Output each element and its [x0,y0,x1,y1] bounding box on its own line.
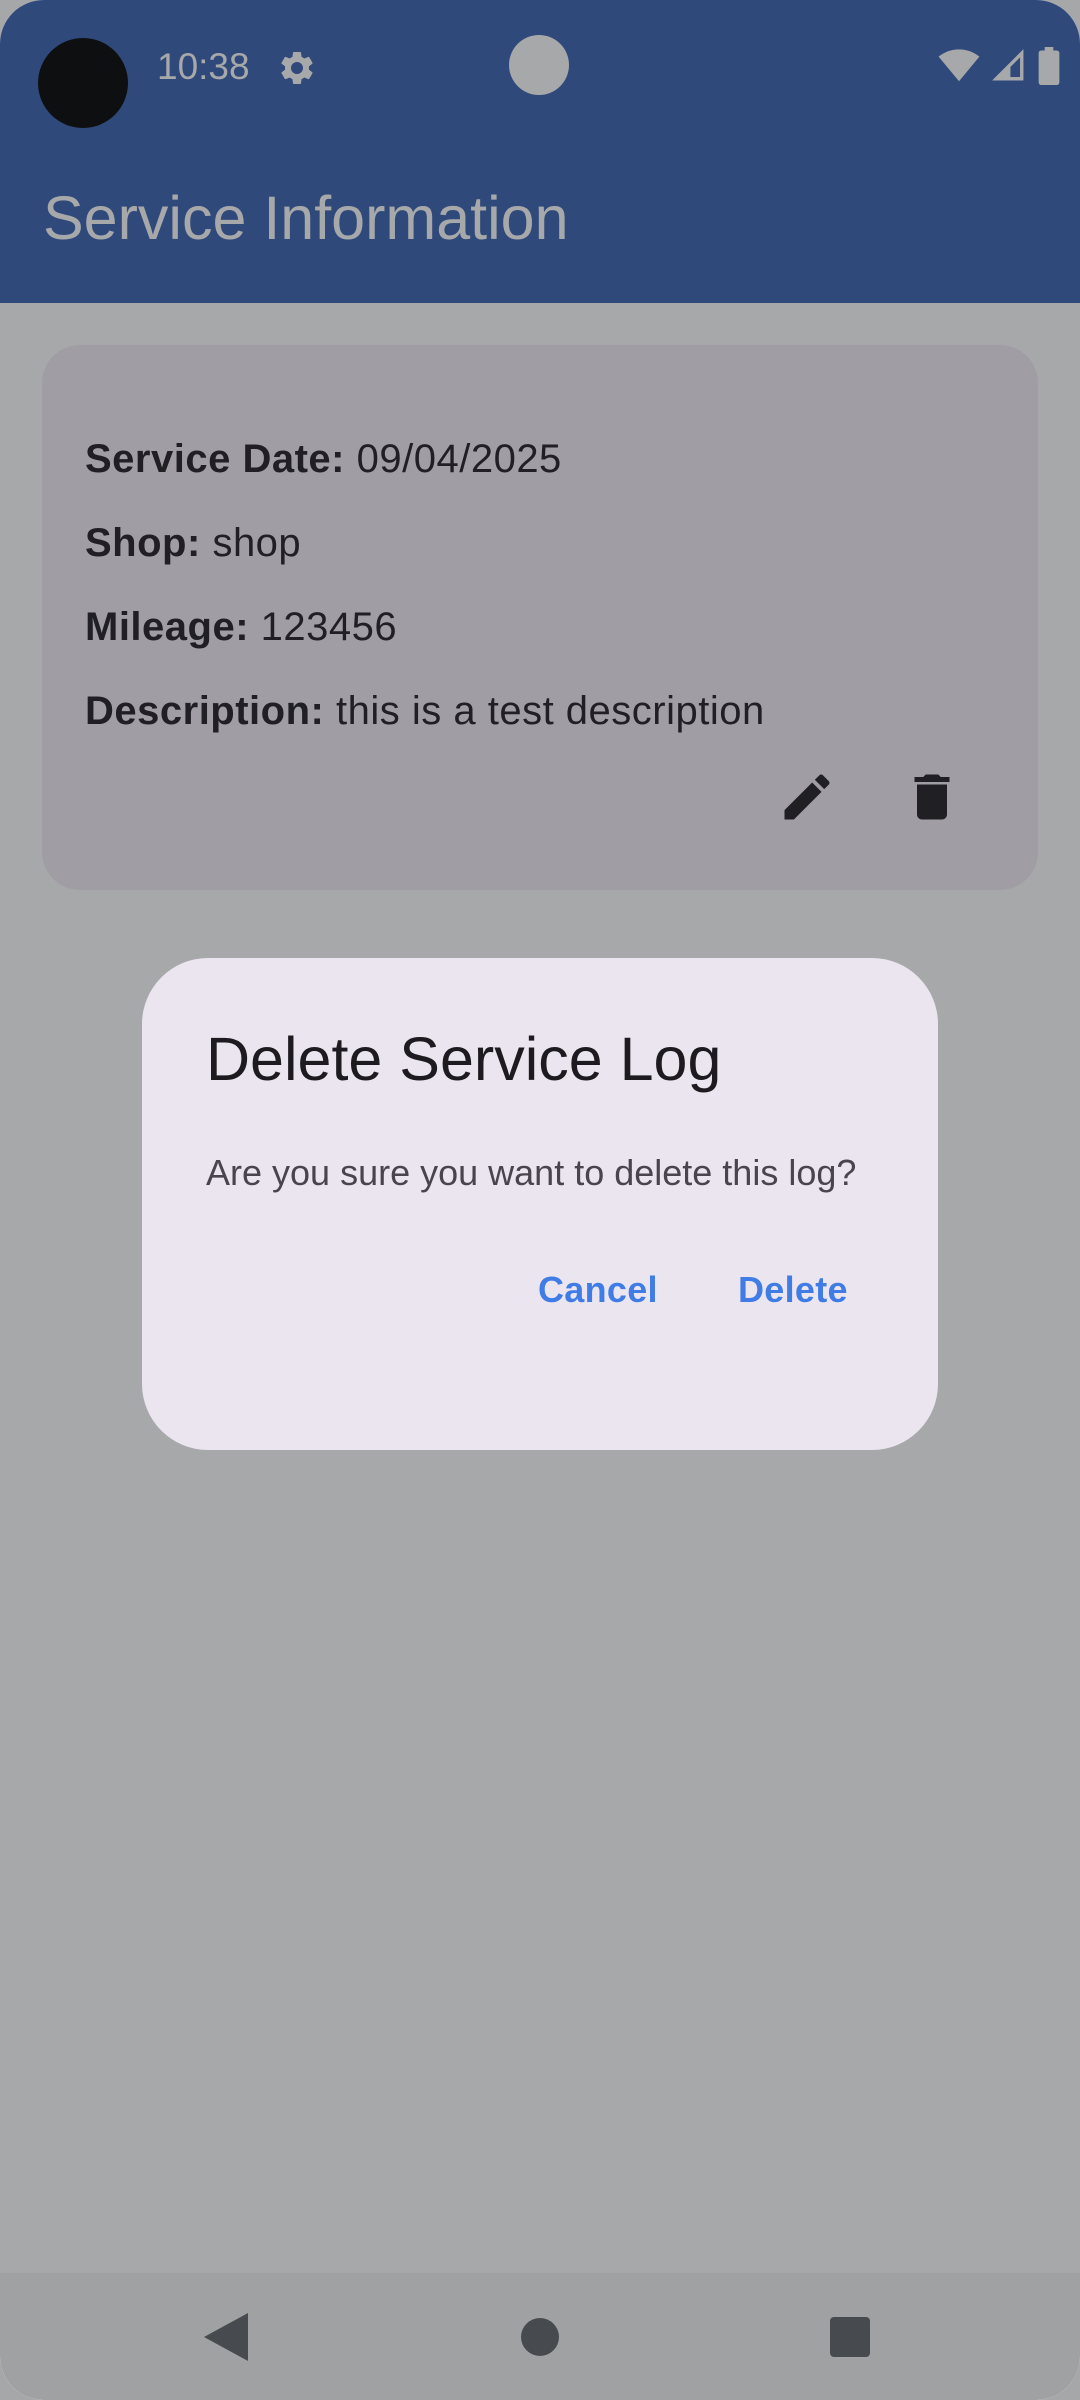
dialog-title: Delete Service Log [206,1025,722,1093]
confirm-delete-button[interactable]: Delete [722,1258,864,1322]
cancel-button[interactable]: Cancel [522,1258,674,1322]
delete-confirm-dialog: Delete Service Log Are you sure you want… [142,958,938,1450]
dialog-message: Are you sure you want to delete this log… [206,1152,857,1193]
